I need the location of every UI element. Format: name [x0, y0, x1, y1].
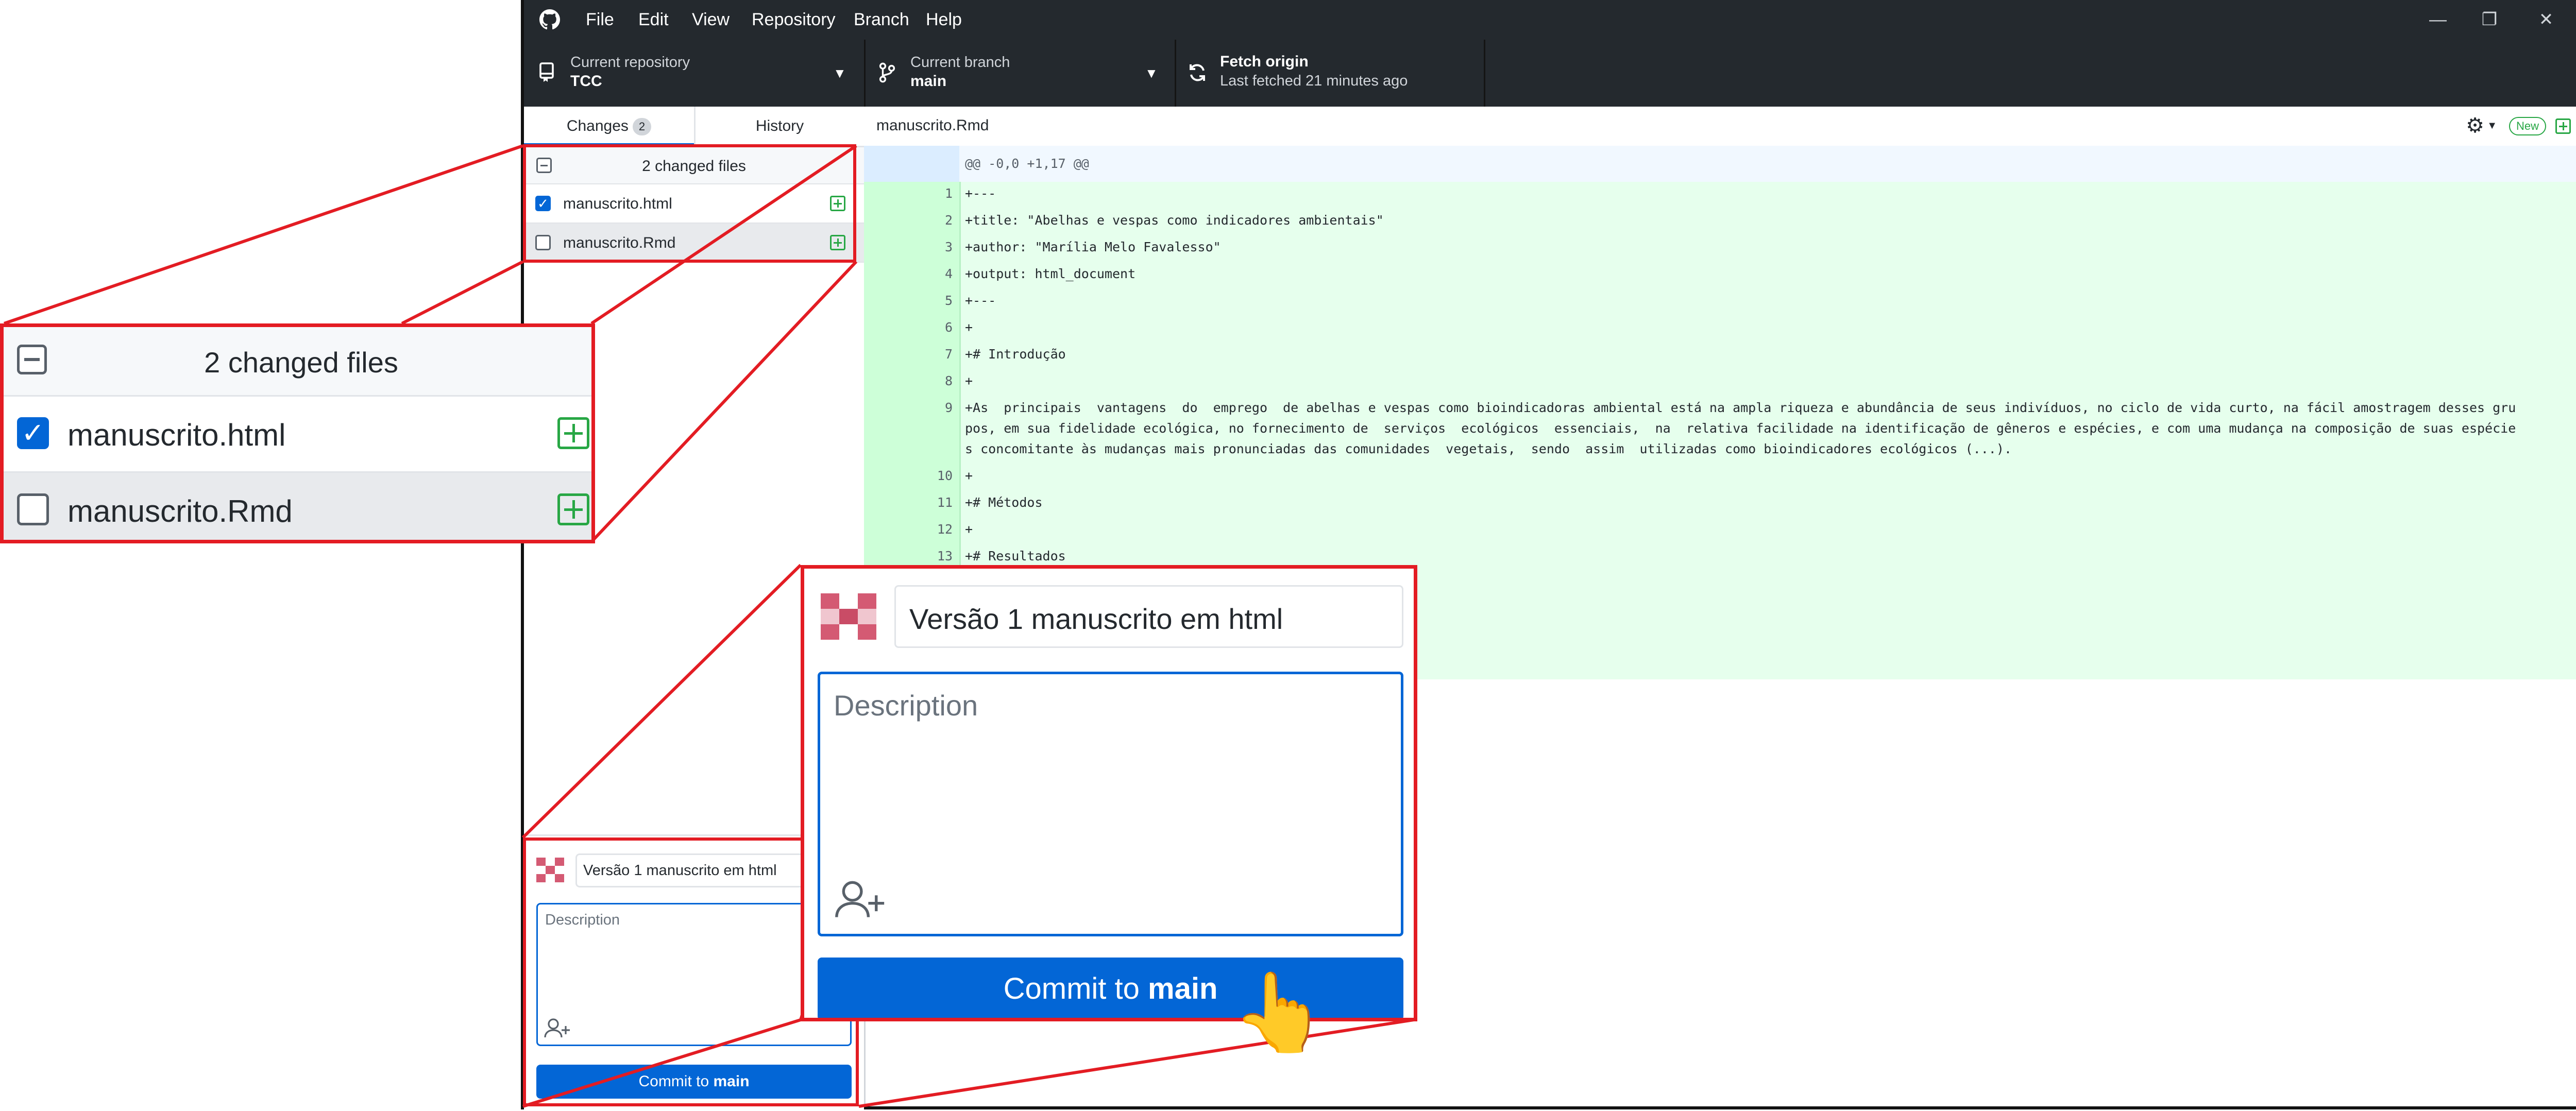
file-checkbox-checked[interactable]: ✓	[17, 417, 49, 449]
commit-description-input[interactable]: Description	[818, 672, 1403, 936]
add-coauthor-icon[interactable]	[835, 879, 886, 919]
commit-button-prefix: Commit to	[1003, 972, 1148, 1005]
file-checkbox-unchecked[interactable]	[17, 493, 49, 525]
file-added-icon	[557, 493, 589, 525]
avatar	[821, 593, 876, 641]
file-added-icon	[557, 417, 589, 449]
file-row[interactable]: ✓ manuscrito.html	[4, 397, 591, 473]
changed-files-count: 2 changed files	[204, 346, 398, 379]
zoom-changed-files: 2 changed files ✓ manuscrito.html manusc…	[0, 323, 595, 543]
file-name: manuscrito.Rmd	[67, 494, 293, 528]
zoom-files-header: 2 changed files	[4, 327, 591, 397]
commit-summary-input[interactable]: Versão 1 manuscrito em html	[894, 585, 1403, 648]
zoom-commit-form: Versão 1 manuscrito em html Description …	[801, 565, 1417, 1021]
file-name: manuscrito.html	[67, 418, 286, 452]
commit-button-branch: main	[1148, 972, 1218, 1005]
description-placeholder: Description	[834, 689, 978, 722]
pointer-hand-icon: 👆	[1231, 969, 1328, 1055]
file-row[interactable]: manuscrito.Rmd	[4, 473, 591, 540]
